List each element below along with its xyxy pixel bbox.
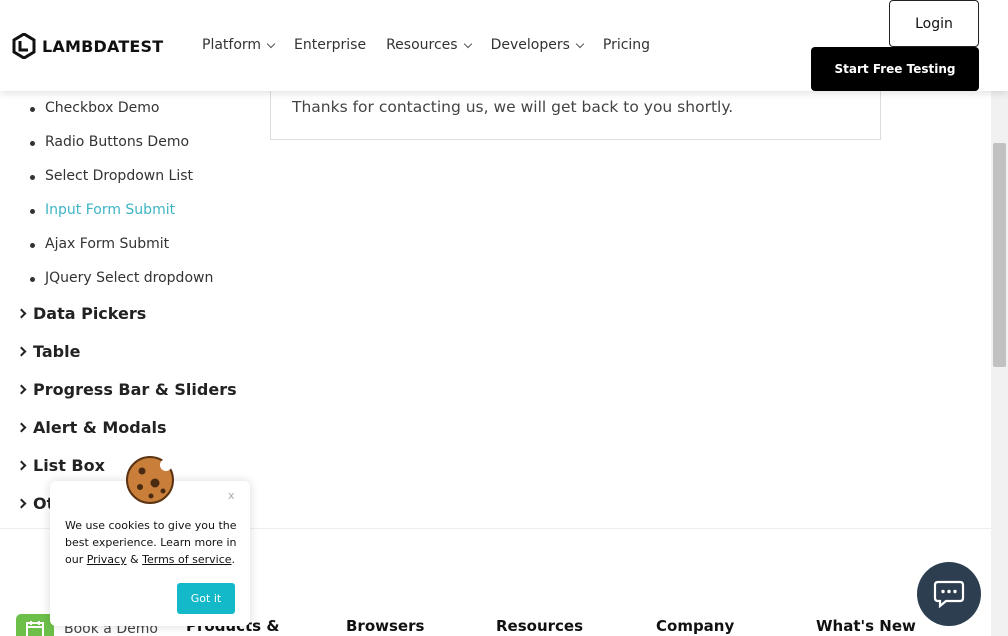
chevron-right-icon [16,346,27,357]
got-it-button[interactable]: Got it [177,583,235,614]
sidebar-item-input-form-submit[interactable]: Input Form Submit [29,202,175,218]
category-label: List Box [33,456,105,475]
sidebar-category-progress-bar-sliders[interactable]: Progress Bar & Sliders [16,380,237,399]
nav-label: Resources [386,37,458,53]
nav-label: Developers [490,37,570,53]
scrollbar-thumb[interactable] [993,143,1006,367]
chevron-right-icon [16,308,27,319]
sidebar-item-radio-buttons-demo[interactable]: Radio Buttons Demo [29,134,189,150]
logo-text: LAMBDATEST [42,36,164,56]
chevron-down-icon [463,39,472,48]
sidebar-category-data-pickers[interactable]: Data Pickers [16,304,147,323]
cookie-amp: & [126,553,143,566]
nav-pricing[interactable]: Pricing [603,37,650,53]
sidebar-item-select-dropdown-list[interactable]: Select Dropdown List [29,168,193,184]
sidebar-item-checkbox-demo[interactable]: Checkbox Demo [29,100,159,116]
nav-resources[interactable]: Resources [386,37,472,53]
chevron-down-icon [575,39,585,48]
sidebar-item-jquery-select-dropdown[interactable]: JQuery Select dropdown [29,270,213,286]
cookie-icon [126,456,174,504]
terms-link[interactable]: Terms of service [142,553,231,566]
footer-col-company: Company [656,617,735,635]
sidebar-category-table[interactable]: Table [16,342,81,361]
chat-button[interactable] [917,562,981,626]
chevron-right-icon [16,460,27,471]
footer-col-whats-new: What's New [816,617,916,635]
success-message: Thanks for contacting us, we will get ba… [292,98,734,116]
sidebar-category-list-box[interactable]: List Box [16,456,105,475]
page-scrollbar[interactable] [991,91,1008,636]
chevron-down-icon [266,39,276,48]
cookie-period: . [231,553,236,566]
sidebar-item-ajax-form-submit[interactable]: Ajax Form Submit [29,236,169,252]
main-nav: Platform Enterprise Resources Developers… [202,37,650,53]
category-label: Table [33,342,81,361]
cookie-consent-popup: x We use cookies to give you the best ex… [50,456,250,626]
success-message-panel: Thanks for contacting us, we will get ba… [270,91,881,140]
privacy-link[interactable]: Privacy [87,553,127,566]
nav-developers[interactable]: Developers [490,37,585,53]
chevron-right-icon [16,498,27,509]
footer-col-resources: Resources [496,617,584,635]
lambdatest-logo-icon [12,33,36,59]
chevron-right-icon [16,384,27,395]
nav-enterprise[interactable]: Enterprise [294,37,366,53]
nav-label: Pricing [602,37,651,53]
nav-platform[interactable]: Platform [202,37,276,53]
chat-bubble-icon [933,580,965,609]
logo[interactable]: LAMBDATEST [12,33,163,59]
login-button[interactable]: Login [889,0,979,47]
sidebar-category-others[interactable]: Ot [16,494,54,513]
start-free-testing-button[interactable]: Start Free Testing [811,47,979,91]
nav-label: Platform [202,37,262,53]
category-label: Progress Bar & Sliders [33,380,237,399]
calendar-icon [16,614,54,636]
chevron-right-icon [16,422,27,433]
category-label: Data Pickers [33,304,147,323]
nav-label: Enterprise [294,37,367,53]
cookie-close-button[interactable]: x [228,489,235,502]
cookie-message: We use cookies to give you the best expe… [65,517,240,568]
category-label: Alert & Modals [33,418,167,437]
site-header: LAMBDATEST Platform Enterprise Resources… [0,0,1008,91]
footer-col-browsers: Browsers [346,617,425,635]
sidebar-category-alert-modals[interactable]: Alert & Modals [16,418,167,437]
